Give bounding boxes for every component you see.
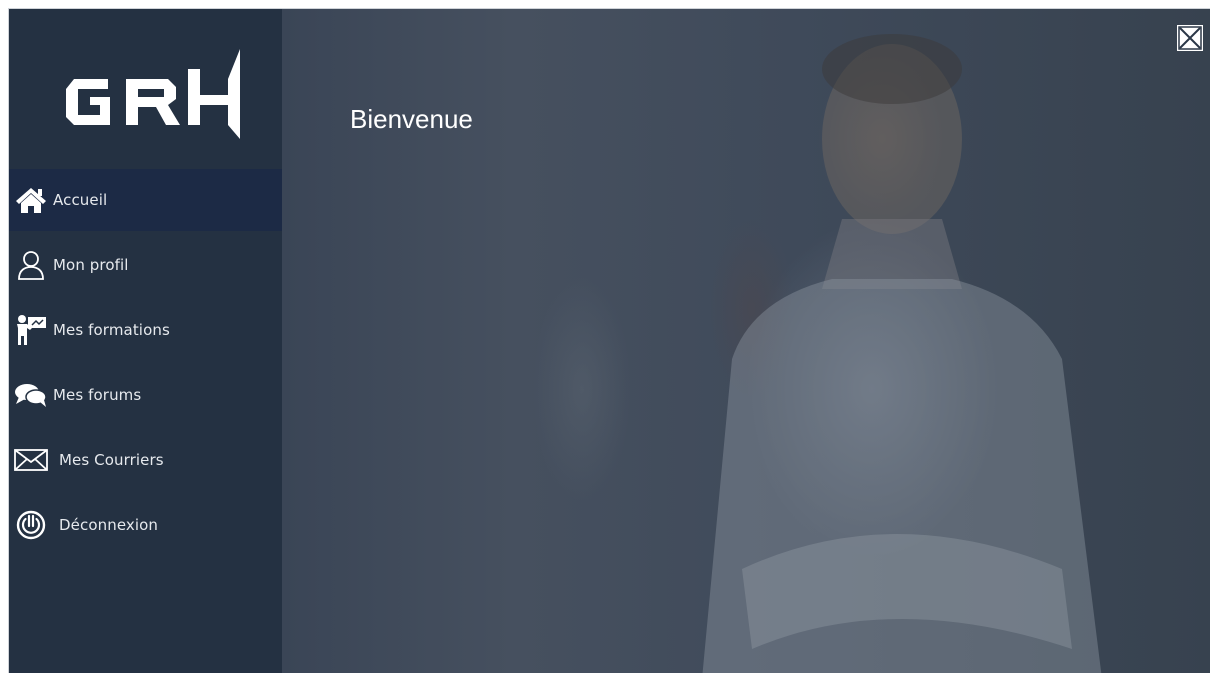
main-panel: Bienvenue — [282, 9, 1210, 673]
close-button[interactable] — [1175, 23, 1205, 53]
sidebar-item-mes-courriers[interactable]: Mes Courriers — [9, 429, 282, 491]
sidebar-item-label: Mes forums — [53, 386, 142, 404]
sidebar-item-label: Mes formations — [53, 321, 170, 339]
sidebar-item-label: Mes Courriers — [59, 451, 164, 469]
sidebar-item-label: Mon profil — [53, 256, 129, 274]
sidebar-item-label: Accueil — [53, 191, 108, 209]
close-icon — [1177, 25, 1203, 51]
sidebar-nav: Accueil Mon profil Mes formations Mes fo… — [9, 169, 282, 559]
trainer-icon — [13, 312, 49, 348]
sidebar-item-label: Déconnexion — [59, 516, 159, 534]
home-icon — [13, 182, 49, 218]
grh-logo — [66, 49, 240, 139]
app-window: Accueil Mon profil Mes formations Mes fo… — [8, 8, 1210, 673]
background-photo — [702, 34, 1102, 673]
mail-icon — [13, 442, 49, 478]
sidebar-item-mon-profil[interactable]: Mon profil — [9, 234, 282, 296]
sidebar-item-deconnexion[interactable]: Déconnexion — [9, 494, 282, 556]
chat-icon — [13, 377, 49, 413]
welcome-title: Bienvenue — [350, 104, 473, 134]
sidebar: Accueil Mon profil Mes formations Mes fo… — [9, 9, 282, 673]
sidebar-item-mes-formations[interactable]: Mes formations — [9, 299, 282, 361]
user-icon — [13, 247, 49, 283]
sidebar-item-accueil[interactable]: Accueil — [9, 169, 282, 231]
power-icon — [13, 507, 49, 543]
sidebar-item-mes-forums[interactable]: Mes forums — [9, 364, 282, 426]
